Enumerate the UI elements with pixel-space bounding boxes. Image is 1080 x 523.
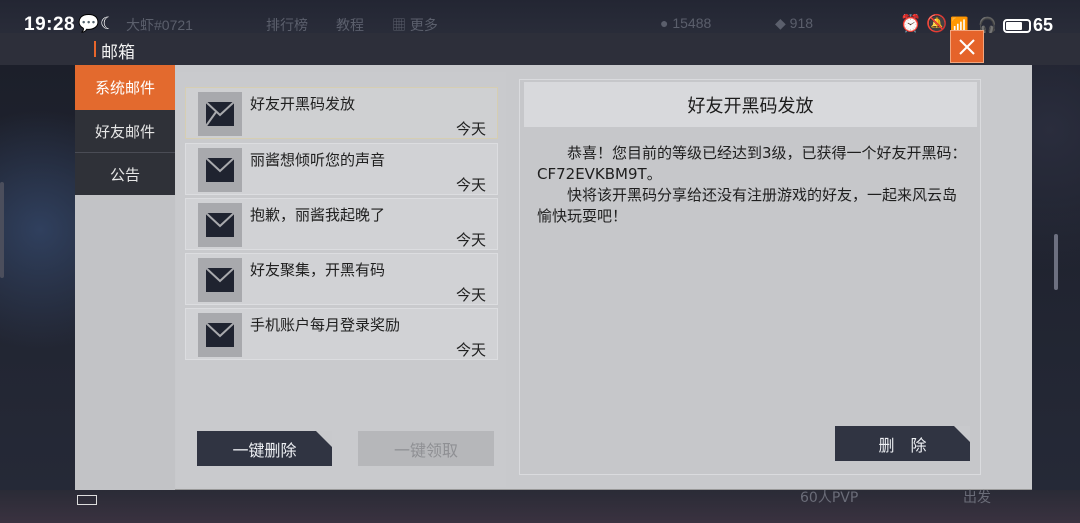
title-accent-mark — [94, 41, 96, 57]
mail-title: 手机账户每月登录奖励 — [250, 316, 401, 334]
envelope-icon — [198, 92, 242, 136]
tab-friend-mail[interactable]: 好友邮件 — [75, 110, 175, 152]
mailbox-title-bar: 邮箱 — [0, 33, 1080, 65]
game-bottom-bar: 60人PVP 出发 — [0, 490, 1080, 523]
mail-date: 今天 — [455, 176, 486, 194]
mail-title: 抱歉，丽酱我起晚了 — [250, 206, 386, 224]
mail-item[interactable]: 手机账户每月登录奖励 今天 — [185, 308, 498, 360]
mail-title: 好友开黑码发放 — [250, 95, 356, 113]
mail-detail-paragraph: 恭喜！您目前的等级已经达到3级，已获得一个好友开黑码：CF72EVKBM9T。 — [537, 144, 967, 183]
alarm-icon: ⏰ — [900, 14, 922, 33]
tab-announcement[interactable]: 公告 — [75, 153, 175, 195]
mail-detail-title: 好友开黑码发放 — [524, 82, 977, 127]
battery-indicator-icon — [77, 495, 97, 505]
mail-item[interactable]: 好友聚集，开黑有码 今天 — [185, 253, 498, 305]
battery-icon — [1003, 19, 1031, 33]
mute-icon: 🔕 — [926, 14, 948, 33]
mail-item[interactable]: 抱歉，丽酱我起晚了 今天 — [185, 198, 498, 250]
envelope-icon — [198, 203, 242, 247]
mail-detail-body: 恭喜！您目前的等级已经达到3级，已获得一个好友开黑码：CF72EVKBM9T。 … — [537, 143, 967, 227]
mail-detail-pane — [519, 79, 981, 475]
mail-detail-paragraph: 快将该开黑码分享给还没有注册游戏的好友，一起来风云岛愉快玩耍吧！ — [537, 186, 958, 225]
mail-date: 今天 — [455, 231, 486, 249]
game-start-label: 出发 — [963, 490, 991, 506]
close-button[interactable] — [950, 30, 984, 63]
claim-all-button[interactable]: 一键领取 — [358, 431, 494, 466]
delete-all-button[interactable]: 一键删除 — [197, 431, 332, 466]
mail-item[interactable]: 丽酱想倾听您的声音 今天 — [185, 143, 498, 195]
delete-button[interactable]: 删 除 — [835, 426, 970, 461]
envelope-icon — [198, 313, 242, 357]
mail-date: 今天 — [455, 341, 486, 359]
page-title: 邮箱 — [101, 43, 135, 63]
mail-item[interactable]: 好友开黑码发放 今天 — [185, 87, 498, 139]
envelope-icon — [198, 258, 242, 302]
moon-icon: ☾ — [100, 14, 116, 33]
envelope-icon — [198, 148, 242, 192]
chat-bubble-icon: 💬 — [78, 14, 100, 33]
scrollbar-thumb[interactable] — [1054, 234, 1058, 290]
mail-title: 丽酱想倾听您的声音 — [250, 151, 386, 169]
edge-handle — [0, 182, 4, 278]
game-mode-label: 60人PVP — [800, 490, 859, 506]
mail-title: 好友聚集，开黑有码 — [250, 261, 386, 279]
mail-date: 今天 — [455, 120, 486, 138]
tab-system-mail[interactable]: 系统邮件 — [75, 65, 175, 110]
close-icon — [959, 38, 975, 55]
mail-date: 今天 — [455, 286, 486, 304]
